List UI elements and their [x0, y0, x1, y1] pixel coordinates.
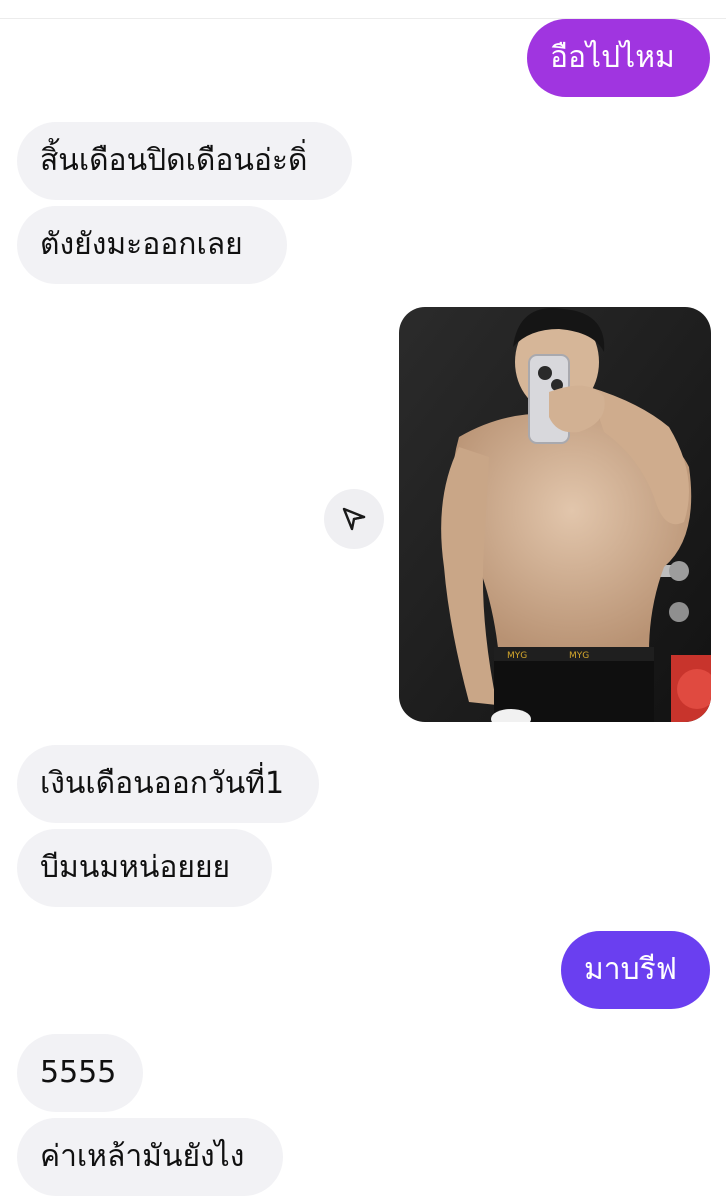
message-bubble-received[interactable]: 5555 [17, 1034, 143, 1112]
message-bubble-received[interactable]: ค่าเหล้ามันยังไง [17, 1118, 283, 1196]
message-photo[interactable]: MYG MYG [399, 307, 711, 722]
message-bubble-received[interactable]: สิ้นเดือนปิดเดือนอ่ะดิ่ [17, 122, 352, 200]
svg-text:MYG: MYG [569, 651, 589, 661]
message-bubble-received[interactable]: บีมนมหน่อยยย [17, 829, 272, 907]
send-icon [342, 507, 366, 531]
share-button[interactable] [324, 489, 384, 549]
message-bubble-received[interactable]: เงินเดือนออกวันที่1 [17, 745, 319, 823]
message-bubble-received[interactable]: ตังยังมะออกเลย [17, 206, 287, 284]
message-bubble-sent[interactable]: อือไปไหม [527, 19, 710, 97]
message-bubble-sent[interactable]: มาบรีฟ [561, 931, 710, 1009]
svg-text:MYG: MYG [507, 651, 527, 661]
mirror-selfie-image: MYG MYG [399, 307, 711, 722]
